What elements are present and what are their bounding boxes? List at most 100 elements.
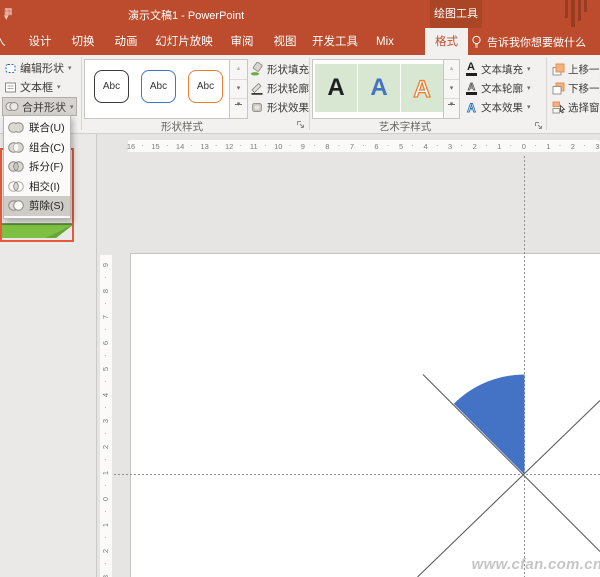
- tab-review[interactable]: 审阅: [224, 28, 260, 55]
- shape-effects-button[interactable]: 形状效果 ▾: [248, 98, 319, 116]
- dialog-launcher-icon[interactable]: [534, 121, 543, 130]
- send-backward-button[interactable]: 下移一层: [550, 79, 600, 97]
- titlebar-decoration-bar: [571, 0, 575, 27]
- send-backward-icon: [552, 82, 565, 94]
- quick-access-toolbar-icon[interactable]: ▦ ▾: [4, 7, 20, 22]
- tab-insert[interactable]: 插入: [0, 28, 12, 55]
- intersect-icon: [8, 180, 24, 192]
- tab-mix[interactable]: Mix: [367, 28, 403, 55]
- tell-me-label: 告诉我你想要做什么: [487, 36, 586, 49]
- ruler-number: 14: [175, 141, 185, 151]
- wordart-thumb[interactable]: A: [358, 64, 400, 112]
- ruler-tick: ·: [104, 403, 107, 412]
- wordart-thumb[interactable]: A: [401, 64, 443, 112]
- selection-pane-label: 选择窗格: [568, 101, 600, 114]
- ruler-number: 5: [398, 141, 404, 151]
- ruler-number: 1: [497, 141, 502, 151]
- tab-slideshow[interactable]: 幻灯片放映: [151, 28, 217, 55]
- merge-shapes-button[interactable]: 合并形状 ▾: [2, 97, 77, 116]
- text-box-label: 文本框: [20, 82, 53, 94]
- ruler-number: 11: [249, 141, 258, 151]
- text-fill-button[interactable]: A 文本填充 ▾: [462, 60, 533, 78]
- ruler-tick: ·: [362, 141, 365, 150]
- menu-item-label: 拆分(F): [29, 161, 64, 174]
- ruler-tick: ·: [264, 141, 267, 150]
- ribbon: 编辑形状 ▾ 文本框 ▾ 合并形状 ▾ Abc Abc Abc ▴ ▾ ▾ 形状…: [0, 55, 600, 134]
- ruler-tick: ·: [288, 141, 292, 150]
- ruler-number: 1: [101, 522, 110, 528]
- menu-item-label: 剪除(S): [29, 200, 64, 213]
- union-icon: [8, 122, 24, 134]
- ruler-tick: ·: [165, 141, 169, 150]
- shape-outline-button[interactable]: 形状轮廓 ▾: [248, 79, 319, 97]
- tell-me[interactable]: 告诉我你想要做什么: [471, 28, 586, 55]
- ruler-tick: ·: [104, 325, 107, 334]
- menu-item-union[interactable]: 联合(U): [4, 118, 70, 138]
- text-outline-button[interactable]: A 文本轮廓 ▾: [462, 79, 533, 97]
- ruler-number: 0: [101, 496, 110, 502]
- menu-item-intersect[interactable]: 相交(I): [4, 177, 70, 197]
- merge-shapes-label: 合并形状: [22, 101, 66, 114]
- ruler-number: 2: [101, 444, 110, 450]
- ruler-tick: ·: [141, 141, 144, 150]
- ruler-number: 6: [101, 340, 110, 346]
- ruler-number: 3: [100, 569, 112, 577]
- gallery-scrollbar: ▴ ▾ ▾: [443, 60, 459, 118]
- ruler-number: 3: [101, 418, 110, 424]
- shape-style-preview: Abc: [141, 70, 176, 103]
- tab-design[interactable]: 设计: [22, 28, 58, 55]
- gallery-scroll-up-icon[interactable]: ▴: [230, 60, 247, 80]
- ruler-tick: ·: [104, 351, 107, 360]
- shape-style-thumb[interactable]: Abc: [89, 64, 134, 112]
- ruler-tick: ·: [558, 141, 562, 150]
- tab-developer[interactable]: 开发工具: [310, 28, 360, 55]
- dialog-launcher-icon[interactable]: [296, 120, 305, 129]
- shape-style-preview: Abc: [94, 70, 129, 103]
- ruler-tick: ·: [104, 429, 107, 438]
- text-outline-icon: A: [464, 81, 478, 95]
- menu-item-fragment[interactable]: 拆分(F): [4, 157, 70, 177]
- ruler-number: 5: [101, 366, 110, 372]
- ruler-number: 10: [274, 141, 283, 151]
- ruler-tick: ·: [411, 141, 414, 150]
- ruler-number: 6: [374, 141, 379, 151]
- svg-text:A: A: [467, 82, 474, 91]
- tab-animations[interactable]: 动画: [108, 28, 144, 55]
- text-box-button[interactable]: 文本框 ▾: [2, 78, 63, 96]
- ruler-number: 15: [151, 141, 160, 151]
- menu-item-subtract[interactable]: 剪除(S): [4, 196, 70, 216]
- slide-canvas[interactable]: [130, 253, 600, 577]
- shape-fill-button[interactable]: 形状填充 ▾: [248, 60, 319, 78]
- bring-forward-button[interactable]: 上移一层: [550, 60, 600, 78]
- group-separator: [546, 57, 547, 130]
- gallery-scroll-up-icon[interactable]: ▴: [444, 60, 459, 80]
- selection-pane-button[interactable]: 选择窗格: [550, 98, 600, 116]
- ruler-tick: ·: [239, 141, 243, 150]
- tab-format[interactable]: 格式: [425, 28, 468, 55]
- text-effects-label: 文本效果: [481, 101, 523, 114]
- chevron-down-icon: ▾: [68, 65, 72, 72]
- shape-outline-label: 形状轮廓: [267, 82, 309, 95]
- tab-transitions[interactable]: 切换: [65, 28, 101, 55]
- shape-style-thumb[interactable]: Abc: [183, 64, 228, 112]
- ruler-number: 2: [101, 548, 110, 554]
- group-separator: [309, 57, 310, 130]
- text-effects-button[interactable]: A 文本效果 ▾: [462, 98, 533, 116]
- ruler-number: 4: [423, 141, 428, 151]
- ruler-number: 13: [200, 141, 209, 151]
- ruler-tick: ·: [104, 481, 107, 490]
- tab-view[interactable]: 视图: [267, 28, 303, 55]
- bring-forward-icon: [552, 63, 565, 75]
- menu-item-label: 联合(U): [29, 122, 65, 135]
- ruler-tick: ·: [190, 141, 194, 150]
- ruler-number: 7: [101, 314, 110, 320]
- ruler-tick: ·: [104, 299, 107, 308]
- wordart-thumb[interactable]: A: [315, 64, 357, 112]
- ruler-number: 9: [101, 262, 110, 268]
- shape-style-thumb[interactable]: Abc: [136, 64, 181, 112]
- edit-shape-button[interactable]: 编辑形状 ▾: [2, 59, 74, 77]
- ruler-tick: ·: [386, 141, 390, 150]
- menu-item-combine[interactable]: 组合(C): [4, 138, 70, 158]
- ruler-tick: ·: [104, 377, 107, 386]
- selection-pane-icon: [552, 101, 565, 113]
